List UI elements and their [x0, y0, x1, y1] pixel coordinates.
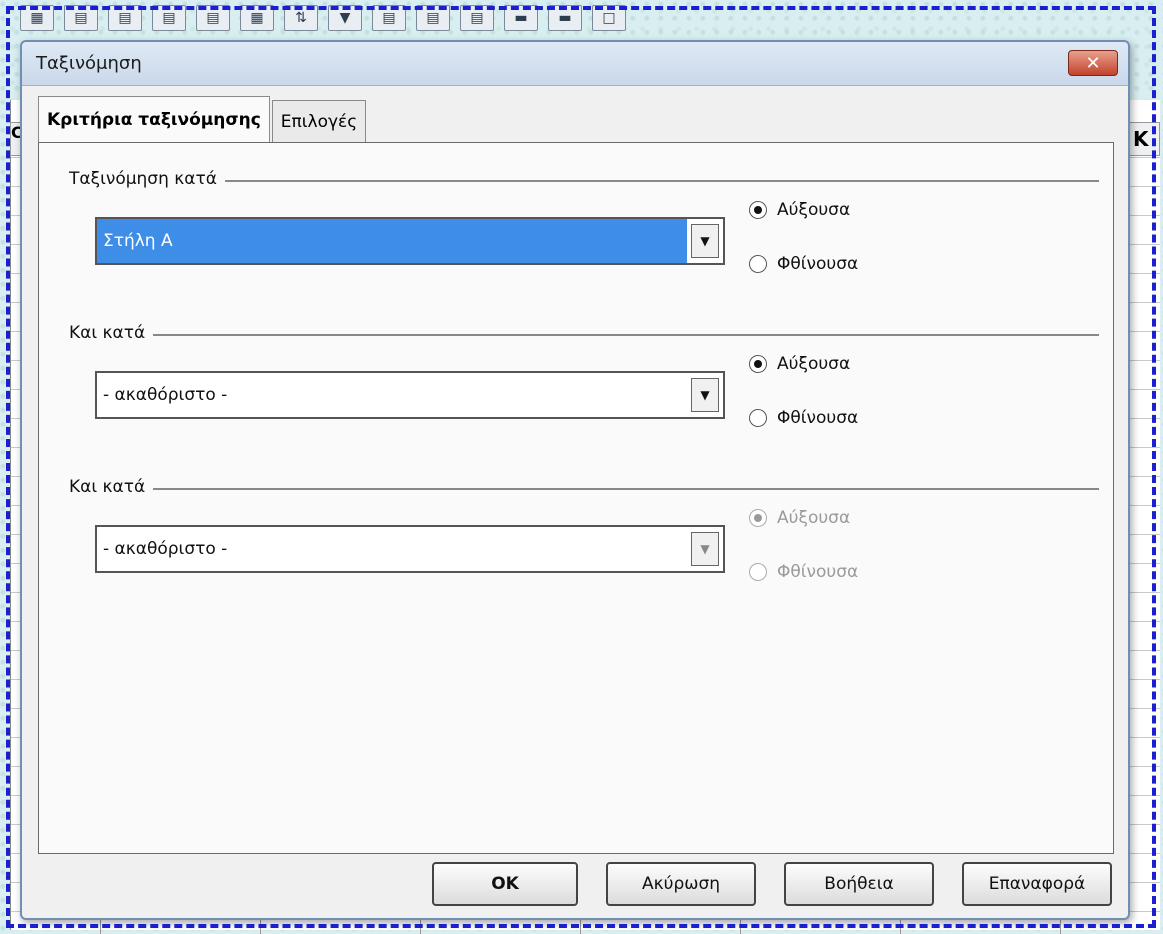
ok-button[interactable]: OK — [432, 862, 578, 906]
sort-key-3-section: Και κατά - ακαθόριστο - ▼ Αύξουσα Φθίνου… — [69, 477, 1099, 607]
chart-icon[interactable]: ▬ — [504, 5, 538, 31]
sort-key-2-label: Και κατά — [69, 323, 154, 343]
grid-icon[interactable]: ▦ — [20, 5, 54, 31]
sort-key-3-select[interactable]: - ακαθόριστο - ▼ — [95, 525, 725, 573]
close-icon: ✕ — [1085, 52, 1101, 74]
sort-key-3-order: Αύξουσα Φθίνουσα — [749, 505, 858, 613]
tab-options[interactable]: Επιλογές — [271, 100, 367, 142]
section-divider — [69, 488, 1099, 490]
descending-label: Φθίνουσα — [777, 562, 859, 582]
sort-key-1-ascending-radio[interactable]: Αύξουσα — [749, 197, 858, 223]
chevron-down-icon[interactable]: ▼ — [691, 532, 719, 566]
tab-sort-criteria[interactable]: Κριτήρια ταξινόμησης — [38, 96, 270, 142]
sort-key-3-value: - ακαθόριστο - — [103, 539, 228, 559]
frame-icon[interactable]: □ — [592, 5, 626, 31]
sort-key-2-descending-radio[interactable]: Φθίνουσα — [749, 405, 858, 431]
chevron-down-icon[interactable]: ▼ — [691, 224, 719, 258]
sort-key-2-section: Και κατά - ακαθόριστο - ▼ Αύξουσα Φθίνου… — [69, 323, 1099, 453]
dialog-titlebar[interactable]: Ταξινόμηση ✕ — [22, 42, 1128, 86]
close-button[interactable]: ✕ — [1068, 50, 1118, 76]
sort-icon[interactable]: ⇅ — [284, 5, 318, 31]
radio-unchecked-icon — [749, 563, 767, 581]
table-icon[interactable]: ▤ — [460, 5, 494, 31]
radio-unchecked-icon — [749, 255, 767, 273]
sort-dialog: Ταξινόμηση ✕ Κριτήρια ταξινόμησης Επιλογ… — [20, 40, 1130, 920]
ascending-label: Αύξουσα — [777, 508, 851, 528]
ascending-label: Αύξουσα — [777, 354, 851, 374]
sort-key-3-label: Και κατά — [69, 477, 154, 497]
table-icon[interactable]: ▤ — [416, 5, 450, 31]
reset-button[interactable]: Επαναφορά — [962, 862, 1112, 906]
sort-criteria-panel: Ταξινόμηση κατά Στήλη A ▼ Αύξουσα Φθίνου… — [38, 142, 1114, 854]
sort-key-2-select[interactable]: - ακαθόριστο - ▼ — [95, 371, 725, 419]
sort-key-1-descending-radio[interactable]: Φθίνουσα — [749, 251, 858, 277]
sort-key-2-ascending-radio[interactable]: Αύξουσα — [749, 351, 858, 377]
sort-key-1-section: Ταξινόμηση κατά Στήλη A ▼ Αύξουσα Φθίνου… — [69, 169, 1099, 299]
sort-key-3-ascending-radio[interactable]: Αύξουσα — [749, 505, 858, 531]
table-icon[interactable]: ▤ — [372, 5, 406, 31]
sort-key-2-order: Αύξουσα Φθίνουσα — [749, 351, 858, 459]
chevron-down-icon[interactable]: ▼ — [691, 378, 719, 412]
sort-key-1-order: Αύξουσα Φθίνουσα — [749, 197, 858, 305]
cancel-button[interactable]: Ακύρωση — [606, 862, 756, 906]
dialog-button-row: OK Ακύρωση Βοήθεια Επαναφορά — [432, 862, 1112, 906]
sort-key-1-value: Στήλη A — [97, 219, 687, 263]
table-icon[interactable]: ▤ — [152, 5, 186, 31]
section-divider — [69, 334, 1099, 336]
column-header-right[interactable]: K — [1128, 122, 1160, 156]
table-icon[interactable]: ▤ — [108, 5, 142, 31]
sort-key-1-select[interactable]: Στήλη A ▼ — [95, 217, 725, 265]
chart-icon[interactable]: ▬ — [548, 5, 582, 31]
background-toolbar: ▦ ▤ ▤ ▤ ▤ ▦ ⇅ ▼ ▤ ▤ ▤ ▬ ▬ □ — [10, 0, 1020, 36]
radio-checked-icon — [749, 201, 767, 219]
dialog-title: Ταξινόμηση — [36, 53, 142, 74]
sort-key-1-label: Ταξινόμηση κατά — [69, 169, 225, 189]
sort-key-2-value: - ακαθόριστο - — [103, 385, 228, 405]
descending-label: Φθίνουσα — [777, 408, 859, 428]
radio-checked-icon — [749, 509, 767, 527]
sort-key-3-descending-radio[interactable]: Φθίνουσα — [749, 559, 858, 585]
radio-unchecked-icon — [749, 409, 767, 427]
dialog-tabs: Κριτήρια ταξινόμησης Επιλογές — [38, 96, 368, 142]
ascending-label: Αύξουσα — [777, 200, 851, 220]
table-icon[interactable]: ▤ — [196, 5, 230, 31]
table-icon[interactable]: ▤ — [64, 5, 98, 31]
filter-icon[interactable]: ▼ — [328, 5, 362, 31]
table-icon[interactable]: ▦ — [240, 5, 274, 31]
radio-checked-icon — [749, 355, 767, 373]
descending-label: Φθίνουσα — [777, 254, 859, 274]
help-button[interactable]: Βοήθεια — [784, 862, 934, 906]
